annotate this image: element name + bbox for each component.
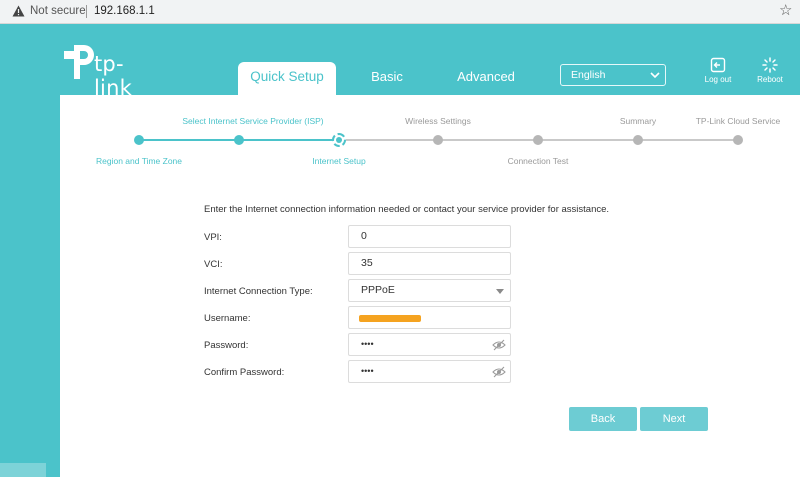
step-label-region: Region and Time Zone	[96, 156, 182, 166]
step-label-summary: Summary	[619, 116, 657, 126]
redacted-username	[359, 315, 421, 322]
connection-type-select[interactable]: PPPoE	[348, 279, 511, 302]
confirm-password-field[interactable]: ••••	[348, 360, 511, 383]
form-instructions: Enter the Internet connection informatio…	[204, 204, 610, 215]
logout-button[interactable]: Log out	[698, 57, 738, 84]
step-dot-internet-setup	[332, 133, 346, 147]
vci-field[interactable]: 35	[348, 252, 511, 275]
vci-value: 35	[361, 257, 373, 269]
step-label-connection-test: Connection Test	[507, 156, 569, 166]
left-strip	[0, 463, 46, 477]
logout-label: Log out	[704, 75, 732, 84]
language-select-value: English	[571, 69, 606, 81]
connection-type-value: PPPoE	[361, 284, 395, 296]
tab-basic[interactable]: Basic	[362, 62, 412, 96]
username-label: Username:	[204, 313, 251, 324]
step-label-isp: Select Internet Service Provider (ISP)	[182, 116, 324, 126]
language-select[interactable]: English	[560, 64, 666, 86]
tab-quick-setup[interactable]: Quick Setup	[238, 62, 336, 96]
url-text[interactable]: 192.168.1.1	[94, 5, 155, 17]
step-dot-connection-test	[533, 135, 543, 145]
hidden-eye-icon[interactable]	[492, 339, 506, 351]
logout-icon	[710, 57, 726, 73]
vpi-field[interactable]: 0	[348, 225, 511, 248]
tab-advanced[interactable]: Advanced	[448, 62, 524, 96]
dropdown-caret-icon	[496, 289, 504, 294]
confirm-password-value: ••••	[361, 366, 374, 376]
browser-address-bar: Not secure 192.168.1.1 ☆	[0, 0, 800, 24]
password-value: ••••	[361, 339, 374, 349]
vci-label: VCI:	[204, 259, 223, 270]
step-dot-wireless	[433, 135, 443, 145]
bookmark-star-icon[interactable]: ☆	[779, 2, 792, 20]
step-dot-isp	[234, 135, 244, 145]
connection-type-label: Internet Connection Type:	[204, 286, 313, 297]
next-button[interactable]: Next	[640, 407, 708, 431]
step-dot-region	[134, 135, 144, 145]
vpi-label: VPI:	[204, 232, 222, 243]
step-dot-cloud	[733, 135, 743, 145]
step-label-cloud: TP-Link Cloud Service	[695, 116, 781, 126]
hidden-eye-icon[interactable]	[492, 366, 506, 378]
address-separator	[86, 5, 87, 18]
reboot-button[interactable]: Reboot	[750, 57, 790, 84]
step-label-internet-setup: Internet Setup	[312, 156, 366, 166]
reboot-label: Reboot	[757, 75, 783, 84]
password-label: Password:	[204, 340, 249, 351]
vpi-value: 0	[361, 230, 367, 242]
step-dot-summary	[633, 135, 643, 145]
tp-link-logo-icon	[64, 45, 94, 79]
warning-icon[interactable]	[12, 5, 25, 17]
password-field[interactable]: ••••	[348, 333, 511, 356]
security-label[interactable]: Not secure	[30, 5, 86, 17]
confirm-password-label: Confirm Password:	[204, 367, 285, 378]
step-label-wireless: Wireless Settings	[405, 116, 471, 126]
back-button[interactable]: Back	[569, 407, 637, 431]
chevron-down-icon	[650, 72, 660, 79]
reboot-icon	[762, 57, 778, 73]
username-field[interactable]	[348, 306, 511, 329]
logo-text: tp-link	[94, 52, 132, 100]
